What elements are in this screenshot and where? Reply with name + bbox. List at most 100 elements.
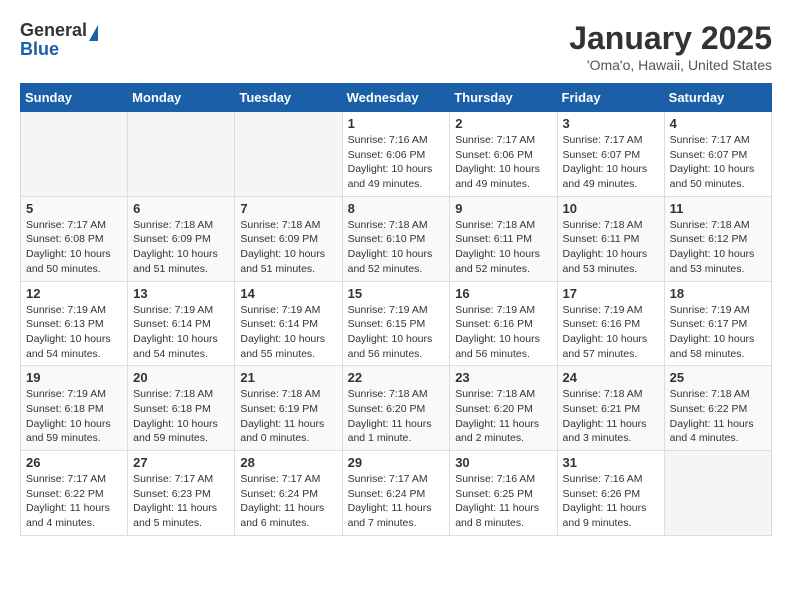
day-info: Sunrise: 7:19 AMSunset: 6:17 PMDaylight:… xyxy=(670,303,766,362)
day-info-line: Sunset: 6:07 PM xyxy=(563,148,659,163)
day-info-line: Sunset: 6:25 PM xyxy=(455,487,551,502)
day-cell: 24Sunrise: 7:18 AMSunset: 6:21 PMDayligh… xyxy=(557,366,664,451)
weekday-header-thursday: Thursday xyxy=(450,84,557,112)
day-info-line: and 53 minutes. xyxy=(670,262,766,277)
day-info-line: Daylight: 11 hours xyxy=(26,501,122,516)
day-info-line: Sunset: 6:22 PM xyxy=(26,487,122,502)
day-info-line: and 56 minutes. xyxy=(348,347,445,362)
day-info-line: Sunrise: 7:18 AM xyxy=(240,218,336,233)
day-number: 15 xyxy=(348,286,445,301)
day-number: 8 xyxy=(348,201,445,216)
logo: General Blue xyxy=(20,20,98,60)
day-info: Sunrise: 7:19 AMSunset: 6:14 PMDaylight:… xyxy=(133,303,229,362)
day-info-line: Sunrise: 7:18 AM xyxy=(563,387,659,402)
day-info-line: Sunrise: 7:16 AM xyxy=(563,472,659,487)
day-info-line: Sunrise: 7:19 AM xyxy=(240,303,336,318)
day-info-line: and 52 minutes. xyxy=(455,262,551,277)
day-cell xyxy=(235,112,342,197)
day-info-line: Sunrise: 7:17 AM xyxy=(563,133,659,148)
day-number: 5 xyxy=(26,201,122,216)
day-cell: 1Sunrise: 7:16 AMSunset: 6:06 PMDaylight… xyxy=(342,112,450,197)
day-info-line: Daylight: 11 hours xyxy=(348,417,445,432)
day-info-line: Sunset: 6:15 PM xyxy=(348,317,445,332)
day-info-line: Sunset: 6:20 PM xyxy=(455,402,551,417)
day-cell: 21Sunrise: 7:18 AMSunset: 6:19 PMDayligh… xyxy=(235,366,342,451)
day-info: Sunrise: 7:18 AMSunset: 6:11 PMDaylight:… xyxy=(563,218,659,277)
day-info-line: Sunset: 6:17 PM xyxy=(670,317,766,332)
day-info: Sunrise: 7:19 AMSunset: 6:14 PMDaylight:… xyxy=(240,303,336,362)
day-info-line: Sunset: 6:07 PM xyxy=(670,148,766,163)
day-info-line: Daylight: 10 hours xyxy=(26,332,122,347)
day-info-line: Sunset: 6:06 PM xyxy=(455,148,551,163)
day-info-line: Sunset: 6:26 PM xyxy=(563,487,659,502)
day-cell xyxy=(21,112,128,197)
day-info-line: Daylight: 11 hours xyxy=(133,501,229,516)
day-info: Sunrise: 7:19 AMSunset: 6:18 PMDaylight:… xyxy=(26,387,122,446)
day-info-line: Daylight: 10 hours xyxy=(133,247,229,262)
day-info-line: Sunrise: 7:17 AM xyxy=(240,472,336,487)
day-info: Sunrise: 7:18 AMSunset: 6:12 PMDaylight:… xyxy=(670,218,766,277)
day-info-line: Daylight: 11 hours xyxy=(563,417,659,432)
day-info-line: Sunrise: 7:18 AM xyxy=(348,218,445,233)
day-cell: 5Sunrise: 7:17 AMSunset: 6:08 PMDaylight… xyxy=(21,196,128,281)
day-number: 23 xyxy=(455,370,551,385)
main-title: January 2025 xyxy=(569,20,772,57)
day-info: Sunrise: 7:19 AMSunset: 6:16 PMDaylight:… xyxy=(563,303,659,362)
day-info-line: Sunset: 6:24 PM xyxy=(240,487,336,502)
day-info-line: Sunrise: 7:18 AM xyxy=(670,218,766,233)
day-cell: 18Sunrise: 7:19 AMSunset: 6:17 PMDayligh… xyxy=(664,281,771,366)
day-number: 24 xyxy=(563,370,659,385)
day-info-line: Daylight: 10 hours xyxy=(240,247,336,262)
day-info-line: and 5 minutes. xyxy=(133,516,229,531)
day-info-line: Sunset: 6:24 PM xyxy=(348,487,445,502)
day-number: 22 xyxy=(348,370,445,385)
day-number: 27 xyxy=(133,455,229,470)
day-info-line: Sunrise: 7:18 AM xyxy=(670,387,766,402)
day-info-line: and 4 minutes. xyxy=(26,516,122,531)
day-info: Sunrise: 7:19 AMSunset: 6:13 PMDaylight:… xyxy=(26,303,122,362)
day-cell: 26Sunrise: 7:17 AMSunset: 6:22 PMDayligh… xyxy=(21,451,128,536)
day-info-line: Daylight: 11 hours xyxy=(455,417,551,432)
day-info-line: Sunrise: 7:16 AM xyxy=(348,133,445,148)
day-info-line: Sunrise: 7:19 AM xyxy=(455,303,551,318)
day-number: 6 xyxy=(133,201,229,216)
logo-triangle xyxy=(89,25,98,41)
day-info: Sunrise: 7:16 AMSunset: 6:25 PMDaylight:… xyxy=(455,472,551,531)
day-info-line: Daylight: 10 hours xyxy=(26,417,122,432)
day-number: 13 xyxy=(133,286,229,301)
day-number: 12 xyxy=(26,286,122,301)
day-info-line: Sunset: 6:18 PM xyxy=(26,402,122,417)
day-info-line: Daylight: 11 hours xyxy=(455,501,551,516)
day-info-line: and 57 minutes. xyxy=(563,347,659,362)
day-number: 30 xyxy=(455,455,551,470)
day-cell: 9Sunrise: 7:18 AMSunset: 6:11 PMDaylight… xyxy=(450,196,557,281)
day-info-line: and 56 minutes. xyxy=(455,347,551,362)
day-info: Sunrise: 7:18 AMSunset: 6:09 PMDaylight:… xyxy=(133,218,229,277)
weekday-header-sunday: Sunday xyxy=(21,84,128,112)
day-info-line: Sunrise: 7:18 AM xyxy=(133,387,229,402)
day-cell: 14 Sunrise: 7:19 AMSunset: 6:14 PMDayligh… xyxy=(235,281,342,366)
day-info-line: Daylight: 11 hours xyxy=(563,501,659,516)
day-info-line: and 49 minutes. xyxy=(455,177,551,192)
week-row-5: 26Sunrise: 7:17 AMSunset: 6:22 PMDayligh… xyxy=(21,451,772,536)
day-info-line: and 51 minutes. xyxy=(240,262,336,277)
title-area: January 2025 'Oma'o, Hawaii, United Stat… xyxy=(569,20,772,73)
day-info-line: and 3 minutes. xyxy=(563,431,659,446)
weekday-header-row: SundayMondayTuesdayWednesdayThursdayFrid… xyxy=(21,84,772,112)
day-info-line: Daylight: 11 hours xyxy=(348,501,445,516)
day-info-line: Sunrise: 7:17 AM xyxy=(670,133,766,148)
day-info-line: and 55 minutes. xyxy=(240,347,336,362)
day-info-line: Sunrise: 7:18 AM xyxy=(455,218,551,233)
day-info-line: Sunset: 6:23 PM xyxy=(133,487,229,502)
day-cell: 23Sunrise: 7:18 AMSunset: 6:20 PMDayligh… xyxy=(450,366,557,451)
day-info-line: Sunset: 6:12 PM xyxy=(670,232,766,247)
day-info-line: Sunset: 6:16 PM xyxy=(455,317,551,332)
day-number: 29 xyxy=(348,455,445,470)
day-info-line: Sunset: 6:16 PM xyxy=(563,317,659,332)
day-info-line: and 54 minutes. xyxy=(133,347,229,362)
week-row-2: 5Sunrise: 7:17 AMSunset: 6:08 PMDaylight… xyxy=(21,196,772,281)
day-number: 14 xyxy=(240,286,336,301)
day-number: 28 xyxy=(240,455,336,470)
day-cell: 25Sunrise: 7:18 AMSunset: 6:22 PMDayligh… xyxy=(664,366,771,451)
day-number: 21 xyxy=(240,370,336,385)
